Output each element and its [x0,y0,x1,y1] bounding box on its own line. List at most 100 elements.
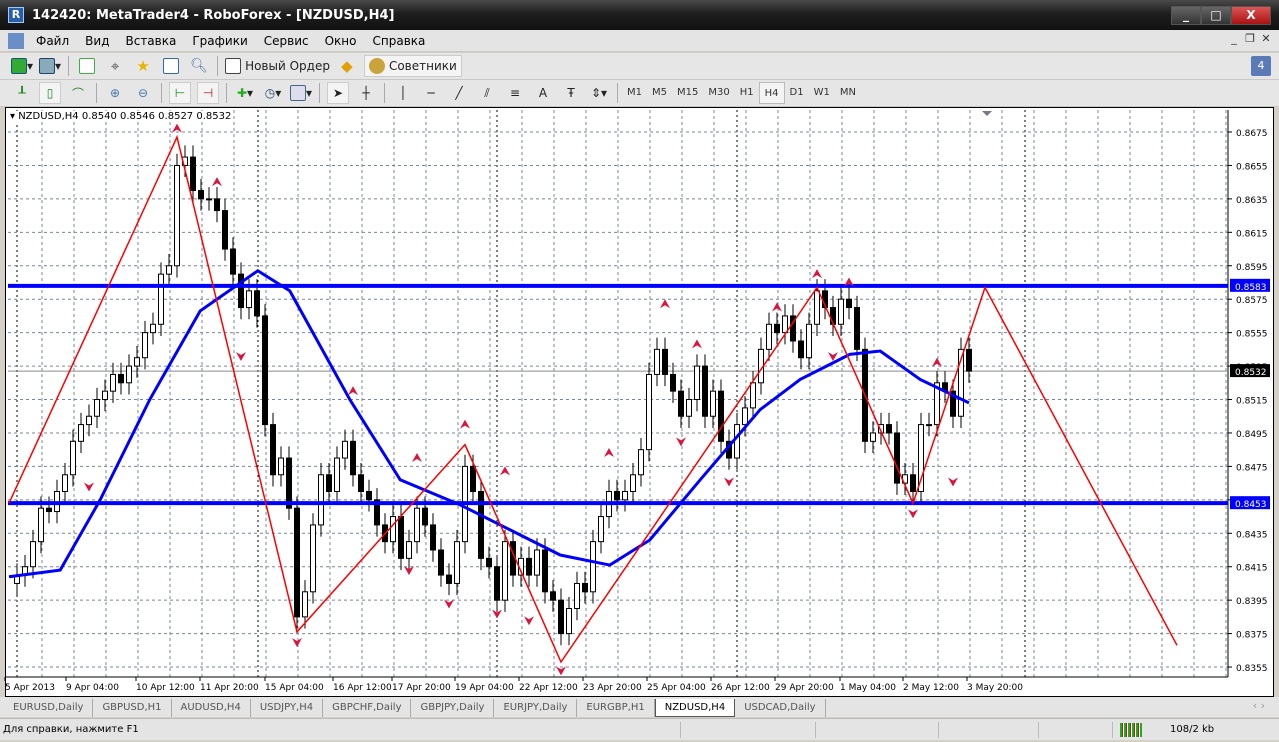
chart-menu-icon[interactable]: ▾ [10,111,18,122]
new-order-button[interactable]: Новый Ордер [225,55,330,77]
timeframe-w1[interactable]: W1 [809,82,835,104]
trendline-button[interactable]: ╱ [448,82,470,104]
experts-button[interactable]: Советники [363,55,462,77]
candle-body [150,323,156,334]
candle-body [534,549,540,576]
timeframe-m15[interactable]: M15 [672,82,703,104]
price-axis-label: 0.8635 [1236,196,1268,206]
autoscroll-icon: ⊢ [174,86,186,100]
vertical-line-button[interactable]: │ [392,82,414,104]
text-icon: A [538,86,548,100]
menu-window[interactable]: Окно [317,34,365,48]
crosshair-button[interactable]: ┼ [355,82,377,104]
menu-view[interactable]: Вид [77,34,117,48]
terminal-button[interactable] [160,55,182,77]
horizontal-line-icon: ─ [427,86,435,100]
time-axis-label: 16 Apr 12:00 [333,683,392,693]
menu-bar: Файл Вид Вставка Графики Сервис Окно Спр… [0,30,1279,52]
chart-tab[interactable]: AUDUSD,H4 [172,699,251,717]
fractal-up-arrow-icon [692,339,702,349]
chart-tab[interactable]: EURUSD,Daily [4,699,94,717]
timeframe-mn[interactable]: MN [835,82,861,104]
templates-button[interactable]: ▾ [290,82,312,104]
fibonacci-button[interactable]: ≡ [504,82,526,104]
arrows-button[interactable]: ⇕▾ [588,82,610,104]
chart-shift-button[interactable]: ⊣ [197,82,219,104]
fractal-down-arrow-icon [676,437,686,447]
alert-button[interactable]: ◆ [336,55,358,77]
menu-help[interactable]: Справка [365,34,434,48]
candle-body [782,315,788,334]
line-chart-button[interactable]: ⌒ [67,82,89,104]
zoom-in-button[interactable]: ⊕ [104,82,126,104]
timeframe-h4[interactable]: H4 [758,82,785,104]
chart-tab[interactable]: USDCAD,Daily [735,699,826,717]
candle-body [470,465,476,492]
horizontal-line-button[interactable]: ─ [420,82,442,104]
profiles-button[interactable]: ▾ [39,55,61,77]
candle-body [558,599,564,635]
menu-insert[interactable]: Вставка [117,34,184,48]
chart-tab[interactable]: NZDUSD,H4 [654,699,736,717]
market-watch-button[interactable] [76,55,98,77]
candle-body [678,390,684,417]
candle-body [398,516,404,559]
fractal-down-arrow-icon [724,477,734,487]
menu-file[interactable]: Файл [28,34,77,48]
time-axis-label: 19 Apr 04:00 [455,683,514,693]
candle-body [94,399,100,417]
mdi-restore-button[interactable]: ❐ [1243,32,1257,48]
autoscroll-button[interactable]: ⊢ [169,82,191,104]
candle-body [846,298,852,309]
zoom-out-button[interactable]: ⊖ [132,82,154,104]
candle-body [366,490,372,501]
timeframe-d1[interactable]: D1 [785,82,809,104]
arrows-icon: ⇕▾ [590,86,608,100]
price-axis-label: 0.8495 [1236,430,1268,440]
notifications-badge[interactable]: 4 [1251,56,1271,76]
timeframe-m1[interactable]: M1 [622,82,647,104]
text-button[interactable]: A [532,82,554,104]
bar-chart-button[interactable]: ┸ [11,82,33,104]
chart-tab[interactable]: EURGBP,H1 [577,699,655,717]
candlestick-button[interactable]: ▯ [39,82,61,104]
candle-body [222,210,228,250]
timeframe-m5[interactable]: M5 [647,82,672,104]
indicators-button[interactable]: ✚ ▾ [234,82,256,104]
maximize-button[interactable]: □ [1201,6,1231,25]
timeframe-h1[interactable]: H1 [735,82,759,104]
chart-tab[interactable]: GBPJPY,Daily [411,699,495,717]
text-label-button[interactable]: Ŧ [560,82,582,104]
chart-tab[interactable]: USDJPY,H4 [251,699,324,717]
mdi-close-button[interactable]: ✕ [1259,32,1273,48]
mdi-minimize-button[interactable]: _ [1227,32,1241,48]
candle-body [638,449,644,476]
close-button[interactable]: X [1231,6,1271,25]
candle-body [574,582,580,610]
navigator-button[interactable]: ★ [132,55,154,77]
menu-tools[interactable]: Сервис [256,34,317,48]
cursor-button[interactable]: ➤ [327,82,350,104]
menu-charts[interactable]: Графики [184,34,255,48]
experts-label: Советники [388,59,457,73]
price-chart[interactable]: 0.8675 0.8655 0.8635 0.8615 0.8595 0.8575 0.85… [0,107,1279,697]
candle-body [662,348,668,375]
chart-tab[interactable]: GBPUSD,H1 [93,699,172,717]
equidistant-channel-button[interactable]: ⫽ [476,82,498,104]
candle-body [390,516,396,543]
timeframe-m30[interactable]: M30 [703,82,734,104]
tab-scroll-arrows[interactable]: ‹ › [1253,699,1265,712]
candle-body [62,474,68,492]
periods-button[interactable]: ◷ ▾ [262,82,284,104]
data-window-button[interactable]: ⌖ [104,55,126,77]
chart-shift-marker-icon [982,111,992,116]
candle-body [142,332,148,359]
strategy-tester-button[interactable]: 🔍︎ [188,55,210,77]
chart-tab[interactable]: GBPCHF,Daily [323,699,412,717]
candle-body [214,198,220,212]
candle-body [686,399,692,417]
minimize-button[interactable]: _ [1171,6,1201,25]
fractal-down-arrow-icon [908,509,918,519]
new-chart-button[interactable]: ▾ [11,55,33,77]
chart-tab[interactable]: EURJPY,Daily [494,699,578,717]
